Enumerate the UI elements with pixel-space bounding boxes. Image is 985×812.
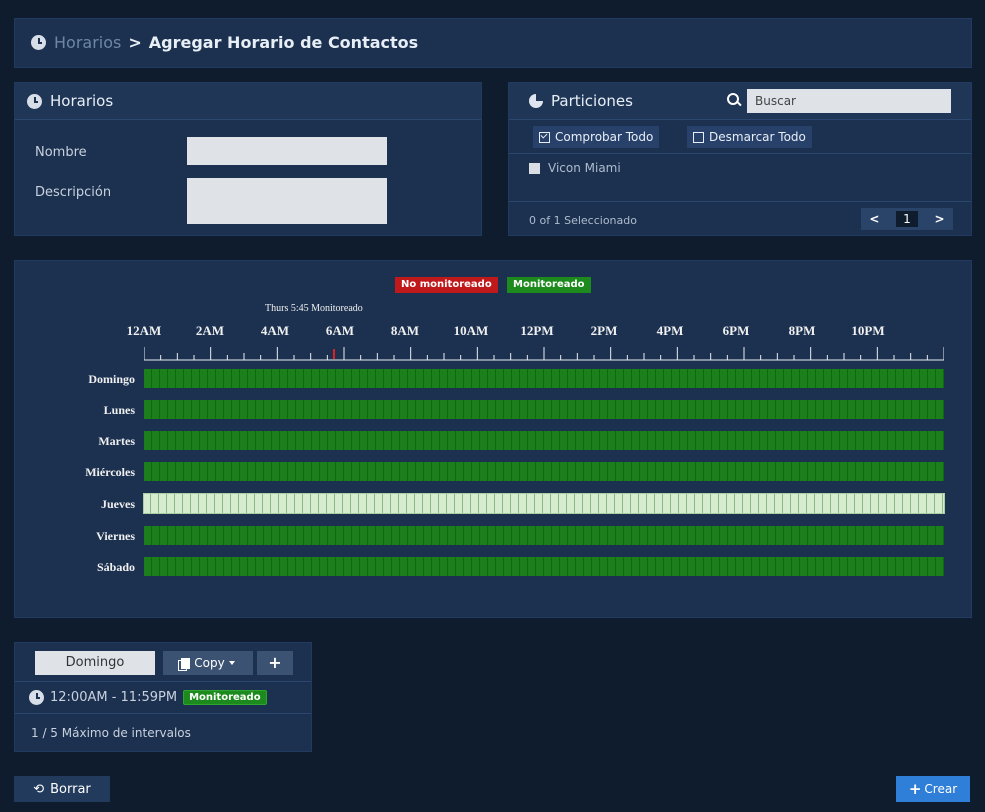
day-select[interactable]: Domingo <box>35 651 155 675</box>
clock-icon <box>29 690 44 705</box>
create-button[interactable]: + Crear <box>896 776 970 802</box>
interval-range: 12:00AM - 11:59PM <box>50 690 178 705</box>
next-page-icon[interactable]: > <box>935 212 945 226</box>
reset-button[interactable]: ⟲ Borrar <box>14 776 110 802</box>
copy-dropdown-button[interactable]: Copy <box>163 651 253 675</box>
particiones-footer: 0 of 1 Seleccionado < 1 > <box>509 201 971 236</box>
day-row-jueves[interactable] <box>143 493 945 514</box>
breadcrumb-bar: Horarios > Agregar Horario de Contactos <box>14 18 972 68</box>
status-badge: Monitoreado <box>183 690 267 705</box>
name-input[interactable] <box>187 137 387 165</box>
partition-checkbox[interactable] <box>529 162 540 174</box>
schedule-panel: No monitoreado Monitoreado Thurs 5:45 Mo… <box>14 260 972 618</box>
day-row-martes[interactable] <box>144 431 944 450</box>
legend-not-monitored: No monitoreado <box>395 277 498 293</box>
time-ruler <box>144 347 944 361</box>
horarios-panel: Horarios Nombre Descripción <box>14 82 482 236</box>
pagination: < 1 > <box>861 208 953 230</box>
day-label: Viernes <box>96 529 135 543</box>
day-row-lunes[interactable] <box>144 400 944 419</box>
horarios-panel-header: Horarios <box>15 83 481 120</box>
plus-icon: + <box>908 780 922 798</box>
add-interval-button[interactable]: + <box>257 651 293 675</box>
clock-icon <box>27 93 42 109</box>
page-title: Agregar Horario de Contactos <box>148 33 419 52</box>
interval-info: 12:00AM - 11:59PM Monitoreado <box>29 690 267 705</box>
particiones-panel: Particiones Buscar Comprobar Todo Desmar… <box>508 82 972 236</box>
day-row-domingo[interactable] <box>144 369 944 388</box>
breadcrumb-link-horarios[interactable]: Horarios <box>54 33 121 52</box>
caret-down-icon <box>228 661 235 665</box>
search-icon <box>727 93 741 107</box>
day-label: Domingo <box>88 372 135 386</box>
horarios-panel-title: Horarios <box>50 92 114 110</box>
prev-page-icon[interactable]: < <box>869 212 879 226</box>
particiones-panel-header: Particiones Buscar <box>509 83 971 120</box>
uncheck-all-button[interactable]: Desmarcar Todo <box>687 126 812 148</box>
ruler-ticks <box>144 347 944 361</box>
clock-icon <box>31 35 46 50</box>
max-intervals-text: 1 / 5 Máximo de intervalos <box>31 726 191 740</box>
current-page[interactable]: 1 <box>896 211 918 227</box>
check-all-button[interactable]: Comprobar Todo <box>533 126 660 148</box>
day-label: Sábado <box>96 560 135 574</box>
uncheck-all-label: Desmarcar Todo <box>709 130 806 144</box>
intervals-panel: Domingo Copy + 12:00AM - 11:59PM Monitor… <box>14 642 312 752</box>
breadcrumb: Horarios > Agregar Horario de Contactos <box>31 33 418 52</box>
day-row-miercoles[interactable] <box>144 462 944 481</box>
legend-monitored: Monitoreado <box>507 277 591 293</box>
pie-chart-icon <box>529 94 543 108</box>
copy-label: Copy <box>194 656 225 670</box>
check-toolbar: Comprobar Todo Desmarcar Todo <box>509 119 971 154</box>
description-label: Descripción <box>35 185 112 200</box>
interval-row[interactable]: 12:00AM - 11:59PM Monitoreado <box>15 681 311 714</box>
checked-box-icon <box>539 131 550 143</box>
day-label: Martes <box>98 434 135 448</box>
time-marker-label: Thurs 5:45 Monitoreado <box>265 303 363 314</box>
create-label: Crear <box>924 782 958 796</box>
day-label: Jueves <box>101 497 135 511</box>
day-row-sabado[interactable] <box>144 557 944 576</box>
name-label: Nombre <box>35 145 87 160</box>
day-label: Miércoles <box>85 465 135 479</box>
particiones-title: Particiones <box>529 92 633 110</box>
empty-box-icon <box>693 131 704 143</box>
day-row-viernes[interactable] <box>144 526 944 545</box>
selection-count: 0 of 1 Seleccionado <box>529 214 637 227</box>
particiones-title-text: Particiones <box>551 92 633 110</box>
day-label: Lunes <box>103 403 135 417</box>
undo-icon: ⟲ <box>33 781 45 797</box>
current-time-marker <box>333 349 335 359</box>
search-input[interactable]: Buscar <box>747 89 951 113</box>
partition-item[interactable]: Vicon Miami <box>529 161 621 175</box>
intervals-footer: 1 / 5 Máximo de intervalos <box>15 713 311 752</box>
check-all-label: Comprobar Todo <box>555 130 654 144</box>
copy-icon <box>178 657 191 671</box>
breadcrumb-separator: > <box>128 33 142 52</box>
description-input[interactable] <box>187 178 387 224</box>
partition-label: Vicon Miami <box>548 161 621 175</box>
reset-label: Borrar <box>50 781 91 797</box>
